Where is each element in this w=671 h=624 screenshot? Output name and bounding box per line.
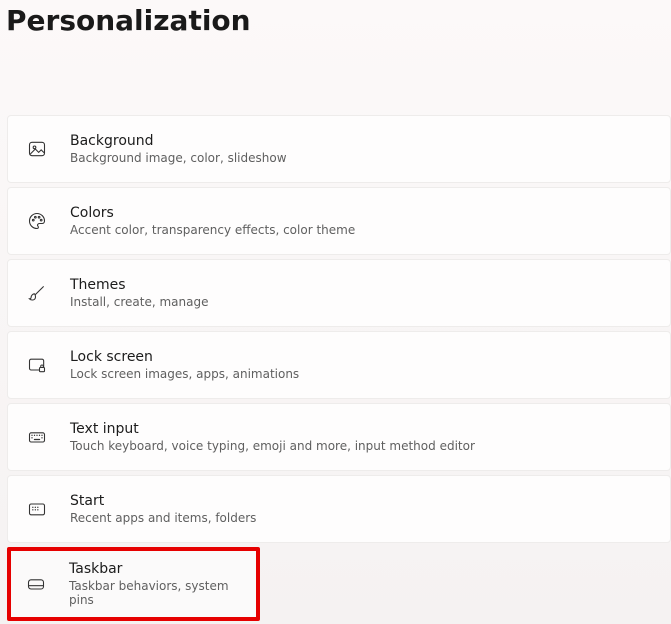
item-title: Background xyxy=(70,133,287,149)
item-title: Text input xyxy=(70,421,475,437)
item-desc: Touch keyboard, voice typing, emoji and … xyxy=(70,439,475,453)
item-text: Start Recent apps and items, folders xyxy=(70,493,256,525)
item-title: Lock screen xyxy=(70,349,299,365)
item-desc: Lock screen images, apps, animations xyxy=(70,367,299,381)
settings-list: Background Background image, color, slid… xyxy=(0,115,671,621)
lock-screen-icon xyxy=(26,354,48,376)
settings-item-colors[interactable]: Colors Accent color, transparency effect… xyxy=(7,187,671,255)
settings-item-background[interactable]: Background Background image, color, slid… xyxy=(7,115,671,183)
start-grid-icon xyxy=(26,498,48,520)
item-title: Taskbar xyxy=(69,561,244,577)
image-icon xyxy=(26,138,48,160)
item-text: Themes Install, create, manage xyxy=(70,277,208,309)
settings-item-themes[interactable]: Themes Install, create, manage xyxy=(7,259,671,327)
item-title: Themes xyxy=(70,277,208,293)
taskbar-icon xyxy=(25,573,47,595)
brush-icon xyxy=(26,282,48,304)
item-title: Start xyxy=(70,493,256,509)
item-text: Lock screen Lock screen images, apps, an… xyxy=(70,349,299,381)
palette-icon xyxy=(26,210,48,232)
item-desc: Taskbar behaviors, system pins xyxy=(69,579,244,607)
settings-item-start[interactable]: Start Recent apps and items, folders xyxy=(7,475,671,543)
item-desc: Background image, color, slideshow xyxy=(70,151,287,165)
item-desc: Recent apps and items, folders xyxy=(70,511,256,525)
item-title: Colors xyxy=(70,205,355,221)
settings-item-lock-screen[interactable]: Lock screen Lock screen images, apps, an… xyxy=(7,331,671,399)
keyboard-icon xyxy=(26,426,48,448)
item-text: Taskbar Taskbar behaviors, system pins xyxy=(69,561,244,607)
highlight-box: Taskbar Taskbar behaviors, system pins xyxy=(7,547,260,621)
item-desc: Accent color, transparency effects, colo… xyxy=(70,223,355,237)
settings-item-text-input[interactable]: Text input Touch keyboard, voice typing,… xyxy=(7,403,671,471)
settings-item-taskbar[interactable]: Taskbar Taskbar behaviors, system pins xyxy=(7,547,671,621)
item-desc: Install, create, manage xyxy=(70,295,208,309)
page-title: Personalization xyxy=(0,0,671,37)
item-text: Background Background image, color, slid… xyxy=(70,133,287,165)
item-text: Colors Accent color, transparency effect… xyxy=(70,205,355,237)
item-text: Text input Touch keyboard, voice typing,… xyxy=(70,421,475,453)
